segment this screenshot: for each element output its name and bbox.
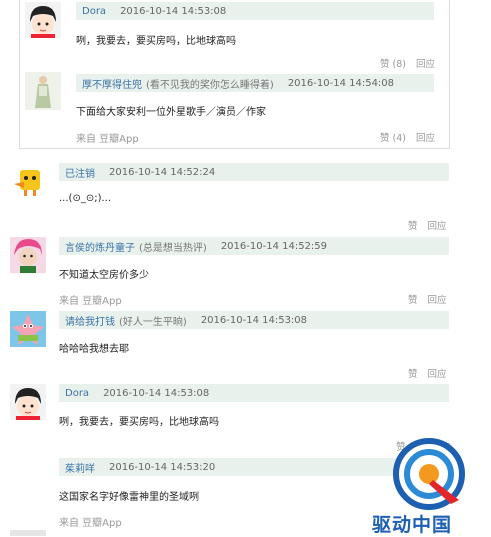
reply-button[interactable]: 回应 (416, 133, 435, 144)
comment-actions: 赞回应 (408, 218, 447, 232)
reply-button[interactable]: 回应 (416, 59, 435, 70)
username-link[interactable]: 已注销 (65, 165, 95, 180)
comment-source: 来自 豆瓣App (59, 292, 122, 307)
comment-timestamp: 2016-10-14 14:53:08 (120, 5, 227, 17)
user-avatar-pink-hair[interactable] (10, 237, 46, 273)
comment-text: 咧，我要去，要买房吗，比地球高吗 (59, 417, 219, 428)
comment-text: 哈哈哈我想去耶 (59, 344, 129, 355)
source-app-link[interactable]: 来自 豆瓣App (59, 518, 122, 529)
comment-source: 来自 豆瓣App (76, 130, 139, 145)
user-avatar-partial[interactable] (10, 530, 46, 536)
username-link[interactable]: Dora (65, 388, 89, 399)
comment-text: ...(⊙_⊙;)... (59, 193, 112, 204)
comment-header: 言侯的炼丹童子 (总是想当热评) 2016-10-14 14:52:59 (59, 237, 449, 255)
source-app-link[interactable]: 来自 豆瓣App (76, 134, 139, 145)
comment-timestamp: 2016-10-14 14:53:20 (109, 461, 216, 473)
comment-text: 不知道太空房价多少 (59, 270, 149, 281)
comment-timestamp: 2016-10-14 14:53:08 (200, 314, 308, 326)
comment-actions: 赞回应 (408, 366, 447, 380)
username-link[interactable]: 言侯的炼丹童子 (65, 239, 135, 254)
user-avatar-girl[interactable] (25, 2, 61, 38)
comment-source: 来自 豆瓣App (59, 514, 122, 529)
comment-timestamp: 2016-10-14 14:54:08 (287, 77, 395, 89)
username-link[interactable]: Dora (82, 6, 106, 17)
like-button[interactable]: 赞 (408, 221, 418, 232)
comment-header: 厚不厚得住兜 (看不见我的奖你怎么睡得着) 2016-10-14 14:54:0… (76, 74, 434, 92)
reply-button[interactable]: 回应 (428, 295, 447, 306)
source-app-link[interactable]: 来自 豆瓣App (59, 296, 122, 307)
comment-text: 咧，我要去，要买房吗，比地球高吗 (76, 36, 236, 47)
like-button[interactable]: 赞 (408, 369, 418, 380)
username-link[interactable]: 厚不厚得住兜 (82, 76, 142, 91)
like-button[interactable]: 赞 (4) (380, 133, 406, 144)
user-signature: (好人一生平晌) (119, 316, 187, 328)
comment-header: 茱莉咩 2016-10-14 14:53:20 (59, 458, 449, 476)
like-button[interactable]: 赞 (408, 295, 418, 306)
comment-timestamp: 2016-10-14 14:53:08 (103, 387, 210, 399)
like-button[interactable]: 赞 (8) (380, 59, 406, 70)
user-signature: (看不见我的奖你怎么睡得着) (146, 79, 274, 91)
user-avatar-girl[interactable] (10, 384, 46, 420)
reply-button[interactable]: 回应 (428, 369, 447, 380)
user-avatar-patrick-star[interactable] (10, 311, 46, 347)
user-avatar-boy-green[interactable] (25, 72, 61, 110)
watermark-logo-icon (393, 438, 465, 510)
comment-text: 下面给大家安利一位外星歌手／演员／作家 (76, 107, 266, 118)
comment-header: Dora 2016-10-14 14:53:08 (59, 384, 449, 402)
user-avatar-yellow-duck[interactable] (10, 164, 46, 200)
comment-header: 已注销 2016-10-14 14:52:24 (59, 163, 449, 181)
reply-button[interactable]: 回应 (428, 221, 447, 232)
comment-header: Dora 2016-10-14 14:53:08 (76, 2, 434, 20)
comment-actions: 赞 (4) 回应 (380, 130, 435, 144)
comment-actions: 赞回应 (408, 292, 447, 306)
watermark-text: 驱动中国 (372, 514, 453, 536)
comment-text: 这国家名字好像雷神里的圣域咧 (59, 492, 199, 503)
username-link[interactable]: 茱莉咩 (65, 460, 95, 475)
comment-header: 请给我打钱 (好人一生平晌) 2016-10-14 14:53:08 (59, 311, 449, 329)
comment-actions: 赞 (8) 回应 (380, 56, 435, 70)
comment-timestamp: 2016-10-14 14:52:59 (220, 240, 328, 252)
comment-timestamp: 2016-10-14 14:52:24 (109, 166, 216, 178)
user-signature: (总是想当热评) (139, 242, 207, 254)
username-link[interactable]: 请给我打钱 (65, 313, 115, 328)
